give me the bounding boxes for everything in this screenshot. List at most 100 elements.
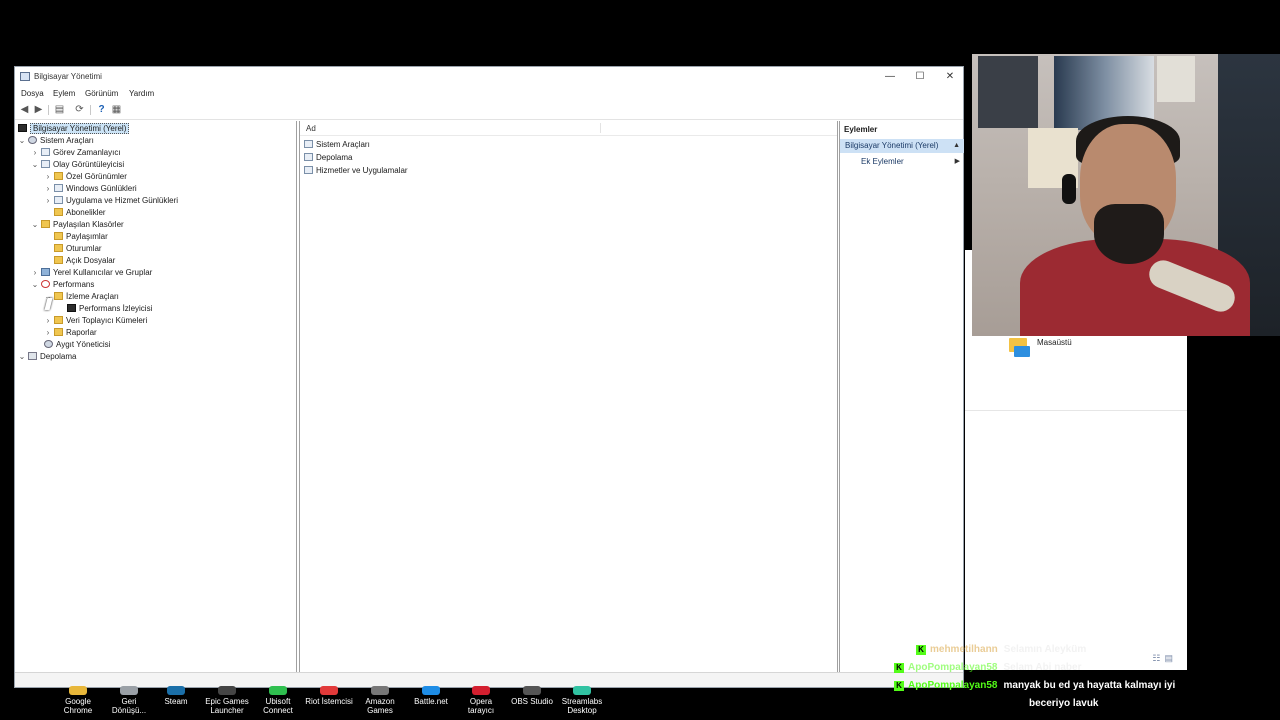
kick-badge-icon: K bbox=[894, 663, 904, 673]
chevron-right-icon[interactable]: › bbox=[43, 327, 53, 339]
shortcut-battle-net[interactable]: Battle.net bbox=[408, 686, 454, 706]
list-item-services-applications[interactable]: Hizmetler ve Uygulamalar bbox=[304, 165, 408, 177]
tree-item-app-service-logs[interactable]: › Uygulama ve Hizmet Günlükleri bbox=[43, 195, 178, 207]
tree-item-performance-monitor[interactable]: Performans İzleyicisi bbox=[66, 303, 152, 315]
sessions-icon bbox=[54, 244, 63, 252]
column-separator[interactable] bbox=[600, 123, 601, 133]
chevron-right-icon[interactable]: › bbox=[43, 183, 53, 195]
actions-section-label: Bilgisayar Yönetimi (Yerel) bbox=[845, 141, 939, 150]
help-icon[interactable]: ? bbox=[95, 104, 108, 116]
tree-item-label: Açık Dosyalar bbox=[66, 256, 116, 265]
shortcut-ubisoft-connect[interactable]: Ubisoft Connect bbox=[255, 686, 301, 715]
desktop-folder-label[interactable]: Masaüstü bbox=[1037, 338, 1072, 347]
chevron-right-icon[interactable]: › bbox=[43, 171, 53, 183]
tree-root[interactable]: Bilgisayar Yönetimi (Yerel) bbox=[17, 123, 130, 135]
tree-item-open-files[interactable]: Açık Dosyalar bbox=[53, 255, 115, 267]
tree-item-shares[interactable]: Paylaşımlar bbox=[53, 231, 108, 243]
shortcut-amazon-games[interactable]: Amazon Games bbox=[357, 686, 403, 715]
desktop-folder-icon[interactable] bbox=[1007, 336, 1033, 358]
tree-item-data-collector-sets[interactable]: › Veri Toplayıcı Kümeleri bbox=[43, 315, 147, 327]
chevron-down-icon[interactable]: ⌄ bbox=[30, 159, 40, 171]
folder-icon bbox=[54, 172, 63, 180]
shortcut-label: Steam bbox=[164, 697, 188, 706]
stream-chat-overlay: Kmehmetilhann Selamın Aleyküm K ApoPompala… bbox=[890, 642, 1280, 720]
tree-item-label: Sistem Araçları bbox=[40, 136, 94, 145]
shortcut-obs-studio[interactable]: OBS Studio bbox=[509, 686, 555, 706]
shortcut-streamlabs[interactable]: Streamlabs Desktop bbox=[559, 686, 605, 715]
refresh-icon[interactable]: ⟳ bbox=[73, 104, 86, 116]
tree-item-monitoring-tools[interactable]: ⌄ İzleme Araçları bbox=[43, 291, 119, 303]
list-item-system-tools[interactable]: Sistem Araçları bbox=[304, 139, 370, 151]
toolbar: ◀ ▶ ▤ ⟳ ? ▦ bbox=[15, 101, 963, 120]
properties-icon[interactable]: ▦ bbox=[110, 104, 123, 116]
tree-item-label: Olay Görüntüleyicisi bbox=[53, 160, 125, 169]
desktop-shortcuts-row: Google Chrome Geri Dönüşü... Steam Epic Ga… bbox=[55, 686, 615, 720]
tree-item-label: Uygulama ve Hizmet Günlükleri bbox=[66, 196, 179, 205]
chat-message: Kmehmetilhann Selamın Aleyküm bbox=[916, 644, 1086, 655]
open-files-icon bbox=[54, 256, 63, 264]
shortcut-opera[interactable]: Opera tarayıcı bbox=[458, 686, 504, 715]
chevron-right-icon[interactable]: › bbox=[43, 195, 53, 207]
collapse-up-icon[interactable]: ▲ bbox=[953, 139, 960, 153]
shortcut-steam[interactable]: Steam bbox=[153, 686, 199, 706]
action-more-actions[interactable]: Ek Eylemler bbox=[861, 155, 904, 169]
maximize-button[interactable]: ☐ bbox=[905, 67, 935, 87]
chevron-down-icon[interactable]: ⌄ bbox=[30, 219, 40, 231]
shortcut-epic-games[interactable]: Epic Games Launcher bbox=[204, 686, 250, 715]
battle-net-icon bbox=[422, 686, 440, 695]
tree-item-reports[interactable]: › Raporlar bbox=[43, 327, 97, 339]
show-hide-tree-icon[interactable]: ▤ bbox=[53, 104, 66, 116]
event-viewer-icon bbox=[41, 160, 50, 168]
tree-item-label: Performans bbox=[53, 280, 95, 289]
obs-icon bbox=[523, 686, 541, 695]
menu-file[interactable]: Dosya bbox=[21, 89, 44, 98]
recycle-bin-icon bbox=[120, 686, 138, 695]
shared-folder-icon bbox=[41, 220, 50, 228]
column-header-name[interactable]: Ad bbox=[306, 124, 316, 133]
actions-section-computer-management[interactable]: Bilgisayar Yönetimi (Yerel) ▲ bbox=[840, 139, 964, 153]
shortcut-riot-client[interactable]: Riot İstemcisi bbox=[301, 686, 357, 706]
tree-item-performance[interactable]: ⌄ Performans bbox=[30, 279, 94, 291]
shortcut-label: Battle.net bbox=[414, 697, 448, 706]
tools-icon bbox=[304, 140, 313, 148]
menu-bar: Dosya Eylem Görünüm Yardım bbox=[15, 88, 963, 101]
tree-item-device-manager[interactable]: Aygıt Yöneticisi bbox=[43, 339, 110, 351]
users-icon bbox=[41, 268, 50, 276]
close-button[interactable]: ✕ bbox=[935, 67, 965, 87]
menu-action[interactable]: Eylem bbox=[53, 89, 75, 98]
submenu-arrow-icon[interactable]: ▶ bbox=[955, 155, 960, 169]
chevron-down-icon[interactable]: ⌄ bbox=[17, 135, 27, 147]
streamlabs-icon bbox=[573, 686, 591, 695]
tree-item-task-scheduler[interactable]: › Görev Zamanlayıcı bbox=[30, 147, 121, 159]
chevron-right-icon[interactable]: › bbox=[43, 315, 53, 327]
chat-username: mehmetilhann bbox=[930, 644, 998, 655]
back-arrow-icon[interactable]: ◀ bbox=[18, 104, 31, 116]
tree-item-windows-logs[interactable]: › Windows Günlükleri bbox=[43, 183, 137, 195]
forward-arrow-icon[interactable]: ▶ bbox=[32, 104, 45, 116]
minimize-button[interactable]: — bbox=[875, 67, 905, 87]
tree-item-event-viewer[interactable]: ⌄ Olay Görüntüleyicisi bbox=[30, 159, 124, 171]
tree-item-subscriptions[interactable]: Abonelikler bbox=[53, 207, 106, 219]
tree-item-label: Depolama bbox=[40, 352, 77, 361]
tree-item-sessions[interactable]: Oturumlar bbox=[53, 243, 102, 255]
chevron-right-icon[interactable]: › bbox=[30, 147, 40, 159]
ubisoft-icon bbox=[269, 686, 287, 695]
shortcut-google-chrome[interactable]: Google Chrome bbox=[55, 686, 101, 715]
tree-item-storage[interactable]: ⌄ Depolama bbox=[17, 351, 76, 363]
shortcut-label: Dönüşü... bbox=[111, 706, 147, 715]
performance-icon bbox=[41, 280, 50, 288]
tree-item-local-users-groups[interactable]: › Yerel Kullanıcılar ve Gruplar bbox=[30, 267, 152, 279]
headset-icon bbox=[1062, 174, 1076, 204]
tree-item-custom-views[interactable]: › Özel Görünümler bbox=[43, 171, 127, 183]
menu-view[interactable]: Görünüm bbox=[85, 89, 118, 98]
shortcut-recycle-bin[interactable]: Geri Dönüşü... bbox=[106, 686, 152, 715]
chevron-down-icon[interactable]: ⌄ bbox=[17, 351, 27, 363]
tree-item-system-tools[interactable]: ⌄ Sistem Araçları bbox=[17, 135, 94, 147]
opera-icon bbox=[472, 686, 490, 695]
list-item-storage[interactable]: Depolama bbox=[304, 152, 352, 164]
menu-help[interactable]: Yardım bbox=[129, 89, 154, 98]
tree-item-shared-folders[interactable]: ⌄ Paylaşılan Klasörler bbox=[30, 219, 124, 231]
chevron-down-icon[interactable]: ⌄ bbox=[30, 279, 40, 291]
title-bar[interactable]: Bilgisayar Yönetimi — ☐ ✕ bbox=[15, 67, 963, 87]
chevron-right-icon[interactable]: › bbox=[30, 267, 40, 279]
